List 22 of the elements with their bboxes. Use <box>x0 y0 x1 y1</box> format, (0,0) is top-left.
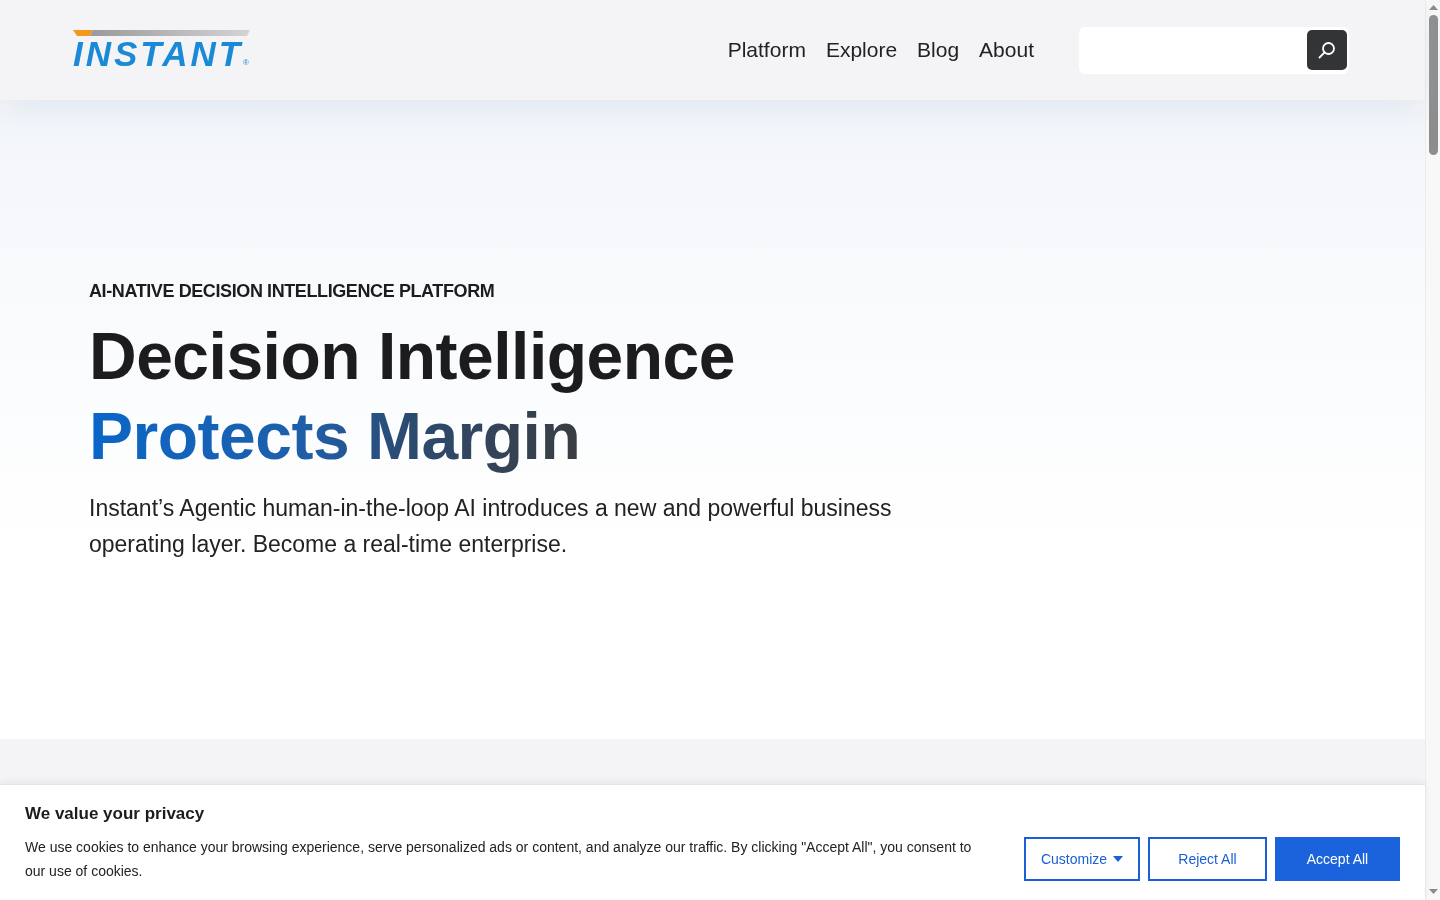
cookie-title: We value your privacy <box>25 803 205 825</box>
scroll-down-icon[interactable] <box>1428 889 1438 894</box>
reject-button[interactable]: Reject All <box>1148 837 1267 881</box>
customize-button[interactable]: Customize <box>1024 837 1140 881</box>
accept-button[interactable]: Accept All <box>1275 837 1400 881</box>
nav-link[interactable]: Explore <box>825 34 898 66</box>
nav-link[interactable]: About <box>979 34 1034 66</box>
search-button[interactable] <box>1307 30 1347 70</box>
swoosh-icon <box>73 29 250 36</box>
scrollbar-thumb[interactable] <box>1428 15 1438 155</box>
search-field[interactable] <box>1079 26 1349 74</box>
hero-heading: Decision Intelligence <box>89 318 736 395</box>
caret-icon <box>1113 856 1124 862</box>
registered-mark: ® <box>243 58 249 67</box>
nav-link[interactable]: Blog <box>917 34 960 66</box>
cookie-text: We use cookies to enhance your browsing experience, serve personalized ads or content, and analyze our traffic. By clicking "Accept All", you consent to our use of cookies. <box>25 838 973 881</box>
nav-link[interactable]: Platform <box>727 34 806 66</box>
scroll-up-icon[interactable] <box>1428 5 1438 10</box>
search-icon <box>1318 41 1336 59</box>
hero-description: Instant’s Agentic human-in-the-loop AI introduces a new and powerful business operating layer. Become a real-time enterprise. <box>89 494 893 559</box>
scrollbar[interactable] <box>1425 0 1440 900</box>
eyebrow-text: AI-NATIVE DECISION INTELLIGENCE PLATFORM <box>89 280 495 302</box>
